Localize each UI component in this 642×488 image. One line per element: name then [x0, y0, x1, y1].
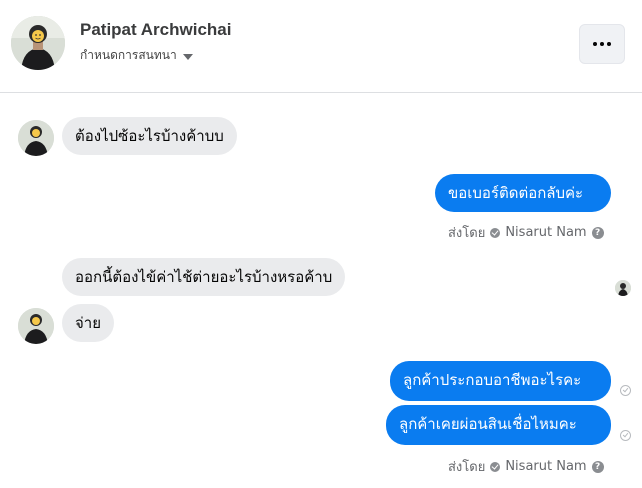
sent-by-prefix: ส่งโดย [448, 226, 486, 241]
message-bubble-outgoing[interactable]: ขอเบอร์ติดต่อกลับค่ะ [435, 174, 611, 212]
conversation-options-label: กำหนดการสนทนา [80, 48, 177, 62]
sent-by-info: ส่งโดย Nisarut Nam ? [448, 456, 604, 477]
message-bubble-incoming[interactable]: ต้องไปซ้อะไรบ้างค้าบบ [62, 117, 237, 155]
caret-down-icon [182, 53, 193, 60]
message-bubble-outgoing[interactable]: ลูกค้าประกอบอาชีพอะไรคะ [390, 361, 611, 401]
sent-by-name[interactable]: Nisarut Nam [505, 459, 586, 474]
message-bubble-incoming[interactable]: ออกนี้ต้องไข้ค่าไช้ต่ายอะไรบ้างหรอค้าบ [62, 258, 346, 296]
seen-avatar [615, 280, 631, 296]
help-icon[interactable]: ? [591, 460, 604, 473]
sender-avatar[interactable] [18, 308, 54, 344]
more-options-button[interactable] [579, 24, 625, 64]
delivered-check-icon [620, 430, 631, 441]
verified-icon [490, 461, 501, 472]
conversation-options[interactable]: กำหนดการสนทนา [80, 46, 193, 65]
more-horizontal-icon [593, 42, 611, 46]
delivered-check-icon [620, 385, 631, 396]
help-icon[interactable]: ? [591, 226, 604, 239]
contact-name: Patipat Archwichai [80, 20, 232, 39]
contact-avatar[interactable] [11, 16, 65, 70]
sender-avatar[interactable] [18, 120, 54, 156]
sent-by-name[interactable]: Nisarut Nam [505, 225, 586, 240]
conversation-header: Patipat Archwichai กำหนดการสนทนา [0, 0, 642, 93]
sent-by-prefix: ส่งโดย [448, 460, 486, 475]
message-bubble-incoming[interactable]: จ่าย [62, 304, 115, 342]
sent-by-info: ส่งโดย Nisarut Nam ? [448, 222, 604, 243]
message-bubble-outgoing[interactable]: ลูกค้าเคยผ่อนสินเชื่อไหมคะ [386, 405, 611, 445]
verified-icon [490, 227, 501, 238]
